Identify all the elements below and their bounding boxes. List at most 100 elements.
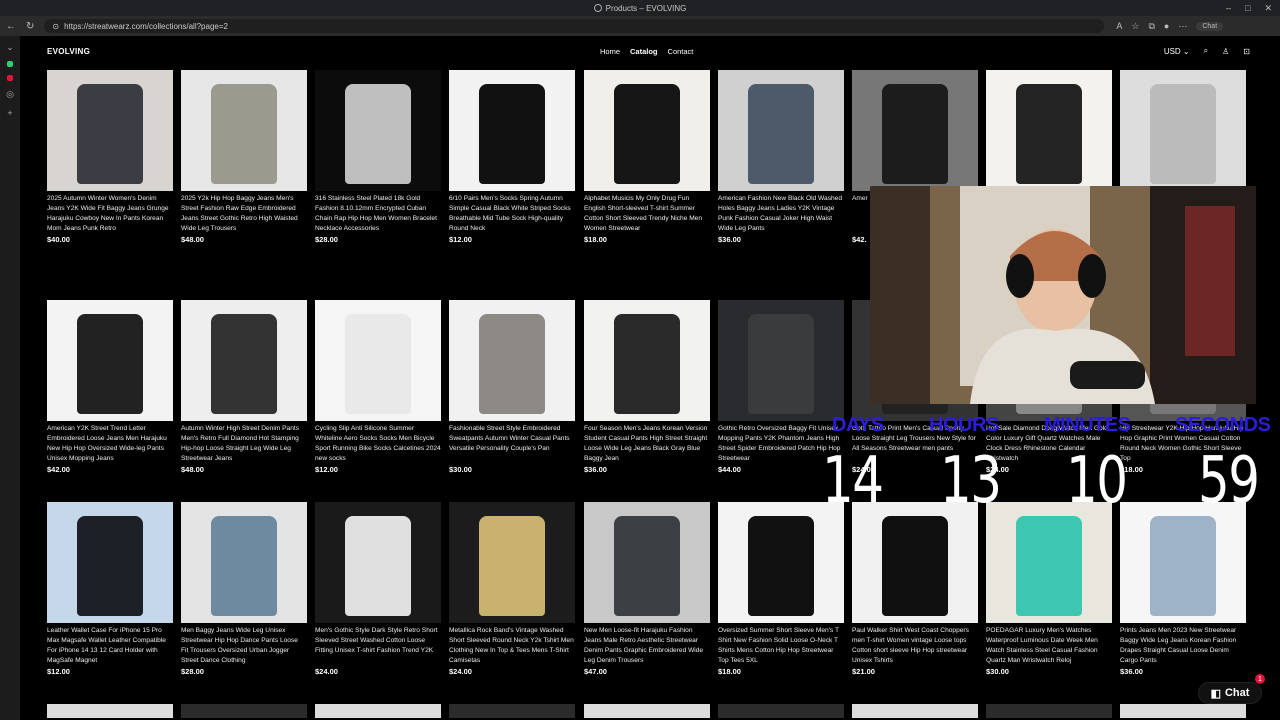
product-title[interactable]: American Y2K Street Trend Letter Embroid… [47,424,173,464]
store-logo[interactable]: EVOLVING [47,47,90,56]
product-title[interactable]: 6/10 Pairs Men's Socks Spring Autumn Sim… [449,194,575,234]
close-icon[interactable]: ✕ [1264,3,1272,14]
product-card[interactable] [584,704,710,718]
product-card[interactable]: POEDAGAR Luxury Men's Watches Waterproof… [986,502,1112,676]
product-image[interactable] [315,300,441,421]
product-card[interactable] [852,704,978,718]
product-image[interactable] [449,70,575,191]
profile-icon[interactable]: ● [1164,21,1169,31]
product-image[interactable] [181,70,307,191]
product-image[interactable] [718,300,844,421]
nav-home[interactable]: Home [600,47,620,56]
back-icon[interactable]: ← [6,21,16,32]
product-card[interactable]: Leather Wallet Case For iPhone 15 Pro Ma… [47,502,173,676]
product-image[interactable] [584,300,710,421]
product-card[interactable] [986,704,1112,718]
product-image[interactable] [449,300,575,421]
product-card[interactable]: 2025 Y2k Hip Hop Baggy Jeans Men's Stree… [181,70,307,244]
product-title[interactable]: 2025 Y2k Hip Hop Baggy Jeans Men's Stree… [181,194,307,234]
product-image[interactable] [181,704,307,718]
product-card[interactable]: Men's Gothic Style Dark Style Retro Shor… [315,502,441,676]
product-card[interactable]: 6/10 Pairs Men's Socks Spring Autumn Sim… [449,70,575,244]
product-card[interactable] [1120,704,1246,718]
product-image[interactable] [315,502,441,623]
product-card[interactable]: Autumn Winter High Street Denim Pants Me… [181,300,307,474]
product-title[interactable]: Alphabet Musicis My Only Drug Fun Englis… [584,194,710,234]
product-image[interactable] [181,502,307,623]
product-image[interactable] [47,502,173,623]
product-image[interactable] [584,502,710,623]
extensions-icon[interactable]: ⧉ [1148,21,1154,32]
nav-contact[interactable]: Contact [668,47,694,56]
product-image[interactable] [1120,502,1246,623]
product-card[interactable] [181,704,307,718]
product-card[interactable]: 316 Stainless Steel Plated 18k Gold Fash… [315,70,441,244]
product-image[interactable] [986,502,1112,623]
product-title[interactable]: Men Baggy Jeans Wide Leg Unisex Streetwe… [181,626,307,666]
maximize-icon[interactable]: □ [1245,3,1250,14]
product-card[interactable]: Metallica Rock Band's Vintage Washed Sho… [449,502,575,676]
product-card[interactable]: Prints Jeans Men 2023 New Streetwear Bag… [1120,502,1246,676]
product-title[interactable]: Cycling Slip Anti Silicone Summer Whitel… [315,424,441,464]
product-title[interactable]: New Men Loose-fit Harajuku Fashion Jeans… [584,626,710,666]
product-card[interactable] [718,704,844,718]
product-title[interactable]: 2025 Autumn Winter Women's Denim Jeans Y… [47,194,173,234]
product-title[interactable]: Fashionable Street Style Embroidered Swe… [449,424,575,464]
product-card[interactable] [315,704,441,718]
url-field[interactable]: ⊙ https://streatwearz.com/collections/al… [44,19,1105,33]
product-image[interactable] [584,70,710,191]
chat-button[interactable]: ◧ Chat [1198,682,1262,704]
add-icon[interactable]: + [7,108,12,118]
product-image[interactable] [47,300,173,421]
product-title[interactable]: American Fashion New Black Old Washed Ho… [718,194,844,234]
product-image[interactable] [718,70,844,191]
product-title[interactable]: Oversized Summer Short Sleeve Men's T Sh… [718,626,844,666]
product-image[interactable] [584,704,710,718]
product-card[interactable]: New Men Loose-fit Harajuku Fashion Jeans… [584,502,710,676]
menu-icon[interactable]: ⋯ [1178,21,1187,32]
product-card[interactable] [449,704,575,718]
search-icon[interactable]: ⌕ [1204,46,1208,56]
product-image[interactable] [986,70,1112,191]
product-image[interactable] [47,704,173,718]
product-image[interactable] [852,502,978,623]
product-title[interactable]: Metallica Rock Band's Vintage Washed Sho… [449,626,575,666]
product-title[interactable]: Leather Wallet Case For iPhone 15 Pro Ma… [47,626,173,666]
globe-icon[interactable]: ◎ [6,89,14,100]
app-icon[interactable] [7,61,13,67]
product-image[interactable] [1120,704,1246,718]
minimize-icon[interactable]: – [1226,3,1231,14]
product-image[interactable] [852,704,978,718]
product-card[interactable]: 2025 Autumn Winter Women's Denim Jeans Y… [47,70,173,244]
product-card[interactable]: Alphabet Musicis My Only Drug Fun Englis… [584,70,710,244]
product-card[interactable]: Paul Walker Shirt West Coast Choppers me… [852,502,978,676]
cart-icon[interactable]: ⊡ [1243,47,1250,56]
product-card[interactable]: American Y2K Street Trend Letter Embroid… [47,300,173,474]
product-image[interactable] [315,704,441,718]
product-image[interactable] [986,704,1112,718]
product-image[interactable] [718,704,844,718]
product-title[interactable]: Autumn Winter High Street Denim Pants Me… [181,424,307,464]
star-icon[interactable]: ☆ [1131,21,1139,32]
product-card[interactable]: Fashionable Street Style Embroidered Swe… [449,300,575,474]
product-image[interactable] [315,70,441,191]
product-image[interactable] [181,300,307,421]
product-image[interactable] [449,704,575,718]
product-card[interactable]: Oversized Summer Short Sleeve Men's T Sh… [718,502,844,676]
product-title[interactable]: Four Season Men's Jeans Korean Version S… [584,424,710,464]
product-image[interactable] [852,70,978,191]
product-card[interactable]: Cycling Slip Anti Silicone Summer Whitel… [315,300,441,474]
product-title[interactable]: 316 Stainless Steel Plated 18k Gold Fash… [315,194,441,234]
product-title[interactable]: POEDAGAR Luxury Men's Watches Waterproof… [986,626,1112,666]
currency-selector[interactable]: USD ⌄ [1164,47,1190,56]
product-image[interactable] [1120,70,1246,191]
product-card[interactable]: American Fashion New Black Old Washed Ho… [718,70,844,244]
reload-icon[interactable]: ↻ [26,21,34,32]
nav-catalog[interactable]: Catalog [630,47,658,56]
product-image[interactable] [449,502,575,623]
product-title[interactable]: Prints Jeans Men 2023 New Streetwear Bag… [1120,626,1246,666]
product-card[interactable]: Men Baggy Jeans Wide Leg Unisex Streetwe… [181,502,307,676]
product-title[interactable]: Men's Gothic Style Dark Style Retro Shor… [315,626,441,666]
product-card[interactable]: Four Season Men's Jeans Korean Version S… [584,300,710,474]
product-title[interactable]: Paul Walker Shirt West Coast Choppers me… [852,626,978,666]
